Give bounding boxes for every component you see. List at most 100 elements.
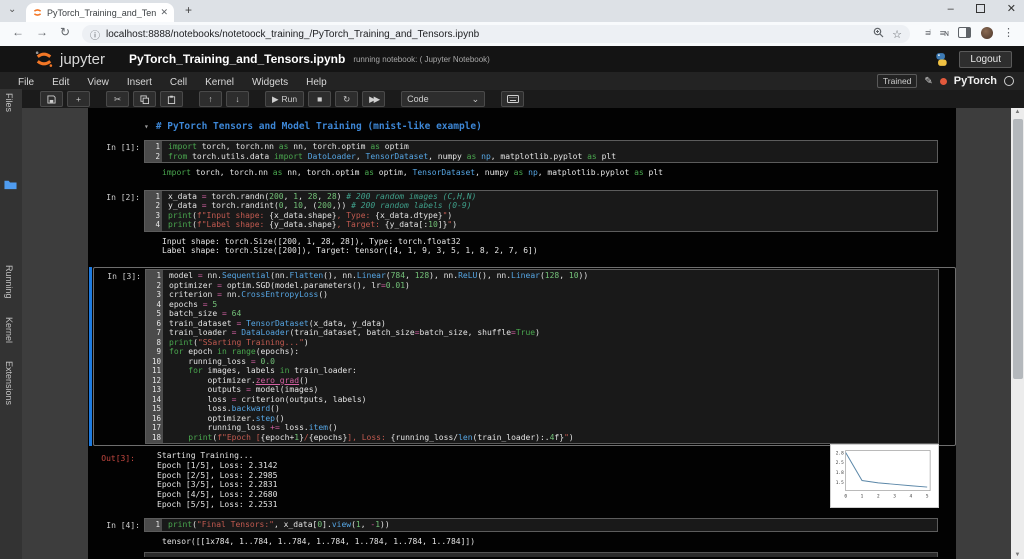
code-cell-2[interactable]: In [2]: 1 2 3 4 x_data = torch.randn(200, …	[88, 189, 956, 256]
kernel-name[interactable]: PyTorch	[954, 75, 997, 87]
restart-kernel-button[interactable]: ↻	[335, 91, 359, 107]
sidebar-item-running[interactable]: Running	[4, 265, 14, 299]
copy-cell-button[interactable]	[133, 91, 156, 107]
scrollbar[interactable]: ▲ ▼	[1011, 108, 1024, 559]
browser-menu-icon[interactable]: ⋮	[1003, 26, 1014, 39]
browser-toolbar: ← → ↻ ⓘ localhost:8888/notebooks/notetoo…	[0, 22, 1024, 47]
interrupt-kernel-button[interactable]: ■	[308, 91, 332, 107]
code-editor[interactable]: 1 2 3 4 5 6 7 8 9 10 11 12 13 14 15 16 1…	[145, 269, 939, 445]
restart-run-all-button[interactable]: ▶▶	[362, 91, 386, 107]
svg-text:2.8: 2.8	[836, 451, 844, 457]
jupyter-logo	[35, 51, 53, 67]
tab-title: PyTorch_Training_and_Tensors.	[47, 7, 157, 18]
menu-item-cell[interactable]: Cell	[170, 77, 187, 88]
output-prompt-empty	[88, 237, 140, 240]
menu-item-edit[interactable]: Edit	[52, 77, 69, 88]
menu-item-kernel[interactable]: Kernel	[205, 77, 234, 88]
site-info-icon[interactable]: ⓘ	[90, 27, 100, 42]
screen: ⌄ PyTorch_Training_and_Tensors. ✕ + – ✕ …	[0, 0, 1024, 559]
markdown-heading: # PyTorch Tensors and Model Training (mn…	[155, 121, 482, 132]
svg-text:1.8: 1.8	[836, 470, 844, 476]
notebook-toolbar: + ✂ ↑ ↓ ▶ Run ■ ↻ ▶▶ Code ⌄	[0, 90, 1024, 108]
code-text[interactable]: import torch, torch.nn as nn, torch.opti…	[162, 141, 937, 162]
forward-icon[interactable]: →	[36, 25, 48, 39]
cut-cell-button[interactable]: ✂	[106, 91, 129, 107]
address-bar[interactable]: ⓘ localhost:8888/notebooks/notetoock_tra…	[82, 25, 910, 43]
code-text[interactable]: x_data = torch.randn(200, 1, 28, 28) # 2…	[162, 191, 937, 231]
run-icon: ▶	[272, 93, 279, 104]
move-cell-down-button[interactable]: ↓	[226, 91, 249, 107]
jupyter-logo-text[interactable]: jupyter	[60, 51, 105, 68]
line-number-gutter: 1 2	[145, 141, 162, 162]
scrollbar-thumb[interactable]	[1012, 119, 1023, 379]
code-cell-3[interactable]: In [3]: 1 2 3 4 5 6 7 8 9 10 11 12 13 14 …	[88, 267, 956, 509]
run-button[interactable]: ▶ Run	[265, 91, 305, 107]
logout-button[interactable]: Logout	[959, 50, 1012, 68]
folder-icon[interactable]	[4, 179, 17, 190]
extension-icon[interactable]: ≡ʲ	[925, 28, 931, 38]
next-cell-partial[interactable]	[144, 551, 938, 557]
sidebar-item-files[interactable]: Files	[4, 93, 14, 112]
new-tab-button[interactable]: +	[185, 3, 192, 17]
cell-output-text: import torch, torch.nn as nn, torch.opti…	[162, 168, 663, 177]
reload-icon[interactable]: ↻	[60, 25, 70, 39]
code-cell-4[interactable]: In [4]: 1 print("Final Tensors:", x_data[0…	[88, 518, 956, 546]
code-editor[interactable]: 1 2 3 4 x_data = torch.randn(200, 1, 28, …	[144, 189, 938, 232]
code-editor[interactable]: 1 print("Final Tensors:", x_data[0].view(…	[144, 518, 938, 532]
input-prompt: In [2]:	[106, 192, 140, 202]
svg-text:1.5: 1.5	[836, 480, 844, 486]
chevron-down-icon: ⌄	[471, 93, 480, 104]
kernel-idle-icon	[1004, 76, 1014, 86]
window-minimize-button[interactable]: –	[948, 3, 954, 15]
move-cell-up-button[interactable]: ↑	[199, 91, 222, 107]
svg-text:0: 0	[844, 494, 847, 500]
notebook-title[interactable]: PyTorch_Training_and_Tensors.ipynb	[129, 52, 345, 66]
scroll-up-icon[interactable]: ▲	[1011, 109, 1024, 115]
input-prompt: In [1]:	[106, 143, 140, 152]
tab-close-icon[interactable]: ✕	[160, 7, 168, 18]
window-maximize-button[interactable]	[975, 4, 985, 13]
left-sidebar: Files Running Kernel Extensions	[0, 89, 22, 559]
markdown-cell[interactable]: ▾ # PyTorch Tensors and Model Training (m…	[144, 121, 956, 132]
collapse-arrow-icon[interactable]: ▾	[144, 122, 149, 131]
code-text[interactable]: print("Final Tensors:", x_data[0].view(1…	[162, 519, 937, 531]
menu-item-view[interactable]: View	[87, 77, 109, 88]
line-number-gutter: 1	[145, 519, 162, 531]
code-text[interactable]: model = nn.Sequential(nn.Flatten(), nn.L…	[163, 270, 938, 443]
sidebar-item-kernel[interactable]: Kernel	[4, 317, 14, 343]
cell-type-select[interactable]: Code ⌄	[401, 91, 486, 107]
menu-item-help[interactable]: Help	[306, 77, 327, 88]
output-prompt-empty	[88, 168, 140, 171]
svg-text:2: 2	[877, 494, 880, 500]
svg-text:4: 4	[910, 494, 913, 500]
zoom-icon[interactable]	[873, 25, 884, 43]
notebook-menubar: File Edit View Insert Cell Kernel Widgets Help …	[0, 72, 1024, 91]
profile-avatar[interactable]	[981, 26, 993, 39]
add-cell-button[interactable]: +	[67, 91, 90, 107]
line-number-gutter: 1 2 3 4 5 6 7 8 9 10 11 12 13 14 15 16 1…	[146, 270, 163, 444]
window-close-button[interactable]: ✕	[1007, 2, 1016, 15]
command-palette-button[interactable]	[501, 91, 525, 107]
browser-tab[interactable]: PyTorch_Training_and_Tensors. ✕	[26, 3, 174, 22]
menu-item-file[interactable]: File	[18, 77, 34, 88]
loss-plot: 2.8 2.5 1.8 1.5 0 1 2 3 4 5	[830, 444, 939, 509]
back-icon[interactable]: ←	[12, 25, 24, 39]
chevron-down-icon[interactable]: ⌄	[8, 4, 16, 15]
scroll-down-icon[interactable]: ▼	[1011, 552, 1024, 558]
notebook-subtitle: running notebook: ( Jupyter Notebook)	[353, 54, 490, 64]
paste-cell-button[interactable]	[160, 91, 183, 107]
code-cell-1[interactable]: In [1]: 1 2 import torch, torch.nn as nn, …	[88, 140, 956, 178]
menu-item-insert[interactable]: Insert	[127, 77, 152, 88]
url-text: localhost:8888/notebooks/notetoock_train…	[106, 28, 480, 40]
svg-text:1: 1	[861, 494, 864, 500]
edit-pencil-icon[interactable]: ✎	[924, 76, 932, 87]
extension-icon[interactable]: ≡ɴ	[940, 28, 949, 38]
side-panel-icon[interactable]	[958, 27, 971, 38]
svg-text:5: 5	[926, 494, 929, 500]
input-prompt: In [4]:	[106, 521, 140, 531]
code-editor[interactable]: 1 2 import torch, torch.nn as nn, torch.o…	[144, 140, 938, 163]
sidebar-item-extensions[interactable]: Extensions	[4, 361, 14, 405]
menu-item-widgets[interactable]: Widgets	[252, 77, 288, 88]
save-button[interactable]	[40, 91, 63, 107]
bookmark-star-icon[interactable]: ☆	[892, 28, 902, 41]
